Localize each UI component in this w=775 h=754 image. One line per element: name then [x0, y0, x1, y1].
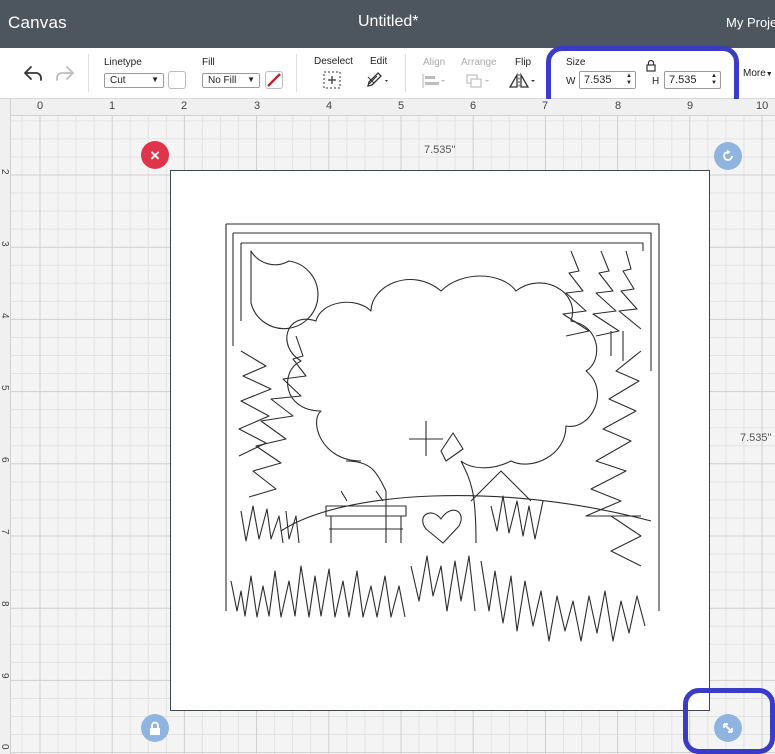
close-icon: ×: [150, 145, 160, 165]
ruler-tick: 7: [542, 100, 549, 112]
ruler-tick: 2: [181, 100, 188, 112]
linetype-value: Cut: [110, 75, 126, 86]
flip-label: Flip: [515, 57, 532, 68]
undo-button[interactable]: [20, 62, 46, 84]
ruler-tick: 0: [0, 744, 10, 750]
ruler-tick: 3: [254, 100, 261, 112]
toolbar-divider: [88, 54, 89, 92]
chevron-down-icon: ▼: [151, 75, 159, 84]
ruler-tick: 8: [0, 601, 10, 607]
more-button[interactable]: More▼: [743, 68, 773, 79]
toolbar-divider: [405, 54, 406, 92]
more-label: More: [743, 68, 766, 79]
arrange-label: Arrange: [461, 57, 497, 68]
rotate-icon: [723, 149, 733, 161]
ruler-tick: 5: [0, 385, 10, 391]
app-title: Canvas: [8, 13, 67, 32]
rotate-handle[interactable]: [714, 142, 742, 170]
ruler-tick: 8: [615, 100, 622, 112]
align-label: Align: [423, 57, 446, 68]
edit-label: Edit: [370, 56, 388, 67]
ruler-tick: 7: [0, 529, 10, 535]
ruler-tick: 0: [37, 100, 44, 112]
align-left-icon: [422, 74, 445, 88]
fill-value: No Fill: [208, 75, 237, 86]
ruler-tick: 6: [470, 100, 477, 112]
chevron-down-icon: ▼: [765, 71, 773, 78]
toolbar-divider: [296, 54, 297, 92]
deselect-icon: [323, 71, 341, 89]
linetype-color-swatch[interactable]: [168, 71, 186, 89]
height-dimension-label: 7.535": [740, 432, 772, 444]
fill-select[interactable]: No Fill ▼: [202, 73, 260, 88]
lock-icon: [150, 721, 160, 735]
chevron-down-icon: ▼: [247, 75, 255, 84]
ruler-tick: 2: [0, 169, 10, 175]
document-title[interactable]: Untitled*: [358, 13, 418, 31]
ruler-tick: 6: [0, 457, 10, 463]
ruler-tick: 1: [109, 100, 116, 112]
deselect-button[interactable]: [322, 70, 342, 90]
flip-button[interactable]: [508, 71, 538, 91]
ruler-tick: 3: [0, 241, 10, 247]
lock-proportions-handle[interactable]: [141, 714, 169, 742]
linetype-select[interactable]: Cut ▼: [104, 73, 164, 88]
edit-button[interactable]: [364, 70, 392, 90]
selected-design[interactable]: [170, 170, 710, 711]
linetype-label: Linetype: [104, 57, 142, 68]
flip-icon: [508, 72, 535, 88]
horizontal-ruler: 0 1 2 3 4 5 6 7 8 9 10: [0, 99, 775, 116]
ruler-tick: 9: [0, 673, 10, 679]
align-button[interactable]: [420, 72, 448, 90]
redo-icon: [56, 66, 74, 81]
vertical-ruler: 2 3 4 5 6 7 8 9 0: [0, 99, 11, 754]
pencil-icon: [367, 72, 388, 87]
ruler-tick: 4: [326, 100, 333, 112]
forest-scene-artwork: [225, 223, 660, 642]
edit-toolbar: Linetype Cut ▼ Fill No Fill ▼ Deselect E…: [0, 46, 775, 113]
arrange-icon: [466, 74, 489, 88]
ruler-tick: 10: [756, 100, 769, 112]
no-fill-icon: [267, 73, 281, 87]
arrange-button[interactable]: [463, 72, 493, 90]
fill-label: Fill: [202, 57, 215, 68]
delete-handle[interactable]: ×: [141, 141, 169, 169]
my-projects-link[interactable]: My Proje: [726, 15, 775, 30]
fill-color-swatch[interactable]: [265, 71, 283, 89]
width-dimension-label: 7.535": [424, 144, 456, 156]
undo-icon: [24, 66, 42, 81]
ruler-tick: 9: [687, 100, 694, 112]
resize-highlight-annotation: [683, 688, 775, 754]
ruler-tick: 4: [0, 313, 10, 319]
redo-button[interactable]: [52, 62, 78, 84]
top-app-bar: Canvas Untitled* My Proje: [0, 0, 775, 48]
deselect-label: Deselect: [314, 56, 353, 67]
ruler-tick: 5: [398, 100, 405, 112]
